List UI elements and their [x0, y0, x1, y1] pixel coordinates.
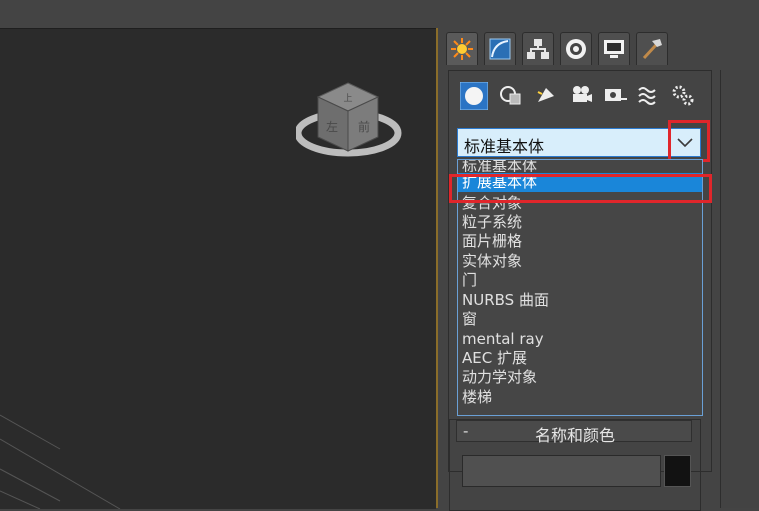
tab-create[interactable] [446, 32, 478, 65]
main-toolbar-strip [0, 0, 759, 28]
command-panel: 标准基本体 标准基本体 扩展基本体 复合对象 粒子系统 面片栅格 实体对象 门 … [436, 28, 759, 511]
sphere-icon [460, 82, 488, 110]
name-and-color-header[interactable]: - 名称和颜色 [456, 420, 692, 445]
camera-icon [573, 86, 592, 102]
dropdown-option[interactable]: NURBS 曲面 [458, 291, 702, 310]
viewcube-top-label: 上 [343, 93, 352, 104]
viewcube[interactable]: 上 左 前 [296, 75, 416, 175]
object-name-input[interactable] [462, 455, 661, 487]
lights-button[interactable] [534, 82, 560, 108]
tab-utilities[interactable] [636, 32, 668, 65]
gears-icon [672, 85, 694, 106]
dropdown-option[interactable]: 实体对象 [458, 252, 702, 271]
object-color-swatch[interactable] [664, 455, 691, 487]
dropdown-option[interactable]: mental ray [458, 330, 702, 349]
viewcube-right-label: 前 [358, 119, 370, 134]
panel-side-column [720, 70, 759, 508]
modify-curve-icon [489, 38, 511, 60]
geometry-button[interactable] [460, 82, 488, 110]
hierarchy-icon [527, 39, 549, 59]
dropdown-option[interactable]: 动力学对象 [458, 368, 702, 387]
tab-display[interactable] [598, 32, 630, 65]
annotation-highlight-box [449, 174, 712, 203]
dropdown-option[interactable]: 楼梯 [458, 388, 702, 407]
wave-icon [638, 87, 656, 105]
dropdown-option[interactable]: 窗 [458, 310, 702, 329]
systems-button[interactable] [670, 82, 696, 108]
create-sun-icon [451, 38, 473, 60]
shapes-button[interactable] [498, 82, 524, 108]
annotation-highlight-box [668, 120, 710, 162]
cameras-button[interactable] [568, 82, 594, 108]
tab-motion[interactable] [560, 32, 592, 65]
grid-line [0, 438, 121, 509]
tab-modify[interactable] [484, 32, 516, 65]
display-monitor-icon [604, 40, 624, 58]
category-dropdown-value: 标准基本体 [464, 137, 545, 156]
category-dropdown[interactable]: 标准基本体 [457, 128, 701, 157]
tape-measure-icon [605, 89, 627, 101]
helpers-button[interactable] [602, 82, 628, 108]
dropdown-option[interactable]: AEC 扩展 [458, 349, 702, 368]
dropdown-option[interactable]: 标准基本体 [458, 160, 702, 172]
motion-disc-icon [566, 39, 586, 59]
utilities-hammer-icon [642, 39, 662, 60]
shapes-icon [500, 86, 521, 105]
tab-hierarchy[interactable] [522, 32, 554, 65]
rollout-title: 名称和颜色 [534, 426, 615, 445]
dropdown-option[interactable]: 面片栅格 [458, 232, 702, 251]
grid-line [0, 490, 41, 509]
dropdown-option[interactable]: 粒子系统 [458, 213, 702, 232]
light-icon [537, 88, 554, 102]
grid-line [0, 468, 61, 502]
viewport[interactable]: 上 左 前 [0, 28, 436, 509]
viewcube-front-label: 左 [326, 119, 338, 134]
space-warps-button[interactable] [636, 82, 662, 108]
dropdown-option[interactable]: 门 [458, 271, 702, 290]
